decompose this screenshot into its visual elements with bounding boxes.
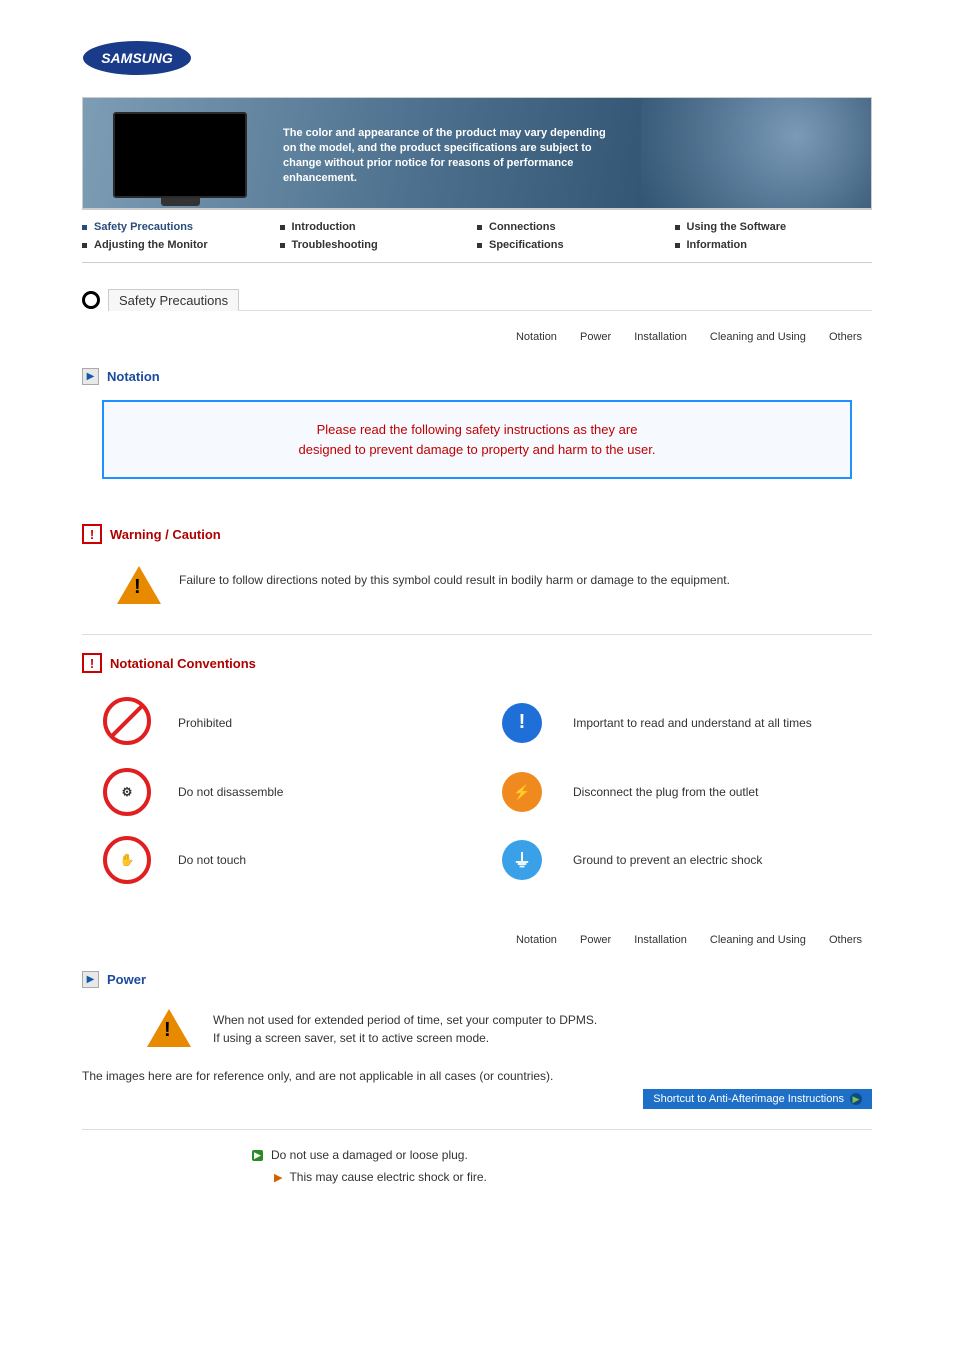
warning-text: Failure to follow directions noted by th… <box>179 566 730 589</box>
hero-banner: The color and appearance of the product … <box>82 97 872 209</box>
subnav-installation[interactable]: Installation <box>634 331 687 343</box>
subnav-cleaning[interactable]: Cleaning and Using <box>710 331 806 343</box>
ground-label: Ground to prevent an electric shock <box>567 853 872 867</box>
arrow-circle-icon: ▶ <box>850 1093 862 1105</box>
section-title: Safety Precautions <box>108 289 239 311</box>
power-line1: When not used for extended period of tim… <box>213 1011 597 1029</box>
important-label: Important to read and understand at all … <box>567 716 872 730</box>
subnav-cleaning[interactable]: Cleaning and Using <box>710 934 806 946</box>
power-bullet-block: ▶ Do not use a damaged or loose plug. ▶ … <box>252 1148 872 1184</box>
nav-information[interactable]: Information <box>675 236 873 254</box>
warning-triangle-icon <box>117 566 161 604</box>
banner-text: The color and appearance of the product … <box>283 126 613 185</box>
nav-troubleshooting[interactable]: Troubleshooting <box>280 236 478 254</box>
power-line2: If using a screen saver, set it to activ… <box>213 1029 597 1047</box>
monitor-image <box>113 112 247 198</box>
bullet-sub-text: This may cause electric shock or fire. <box>289 1170 486 1184</box>
main-nav: Safety Precautions Introduction Connecti… <box>82 209 872 263</box>
svg-text:SAMSUNG: SAMSUNG <box>101 50 173 66</box>
prohibited-label: Prohibited <box>172 716 477 730</box>
bullet-main-icon: ▶ <box>252 1150 263 1161</box>
nav-introduction[interactable]: Introduction <box>280 218 478 236</box>
arrow-icon: ▶ <box>82 971 99 988</box>
nav-specifications[interactable]: Specifications <box>477 236 675 254</box>
warning-row: Failure to follow directions noted by th… <box>82 558 872 624</box>
power-intro-block: When not used for extended period of tim… <box>82 1003 872 1061</box>
subnav-others[interactable]: Others <box>829 934 862 946</box>
section-dot-icon <box>82 291 100 309</box>
nav-adjusting-monitor[interactable]: Adjusting the Monitor <box>82 236 280 254</box>
heading-power: ▶ Power <box>82 971 872 988</box>
brand-logo: SAMSUNG <box>82 40 872 79</box>
separator <box>82 634 872 635</box>
shortcut-anti-afterimage-button[interactable]: Shortcut to Anti-Afterimage Instructions… <box>643 1089 872 1109</box>
disassemble-label: Do not disassemble <box>172 785 477 799</box>
unplug-icon: ⚡ <box>502 772 542 812</box>
separator <box>82 1129 872 1130</box>
exclamation-icon: ! <box>82 524 102 544</box>
sub-nav-top: Notation Power Installation Cleaning and… <box>82 331 872 343</box>
subnav-installation[interactable]: Installation <box>634 934 687 946</box>
section-tab: Safety Precautions <box>82 288 872 311</box>
bullet-main-text: Do not use a damaged or loose plug. <box>271 1148 468 1162</box>
subnav-notation[interactable]: Notation <box>516 331 557 343</box>
nav-using-software[interactable]: Using the Software <box>675 218 873 236</box>
exclamation-icon: ! <box>82 653 102 673</box>
subnav-notation[interactable]: Notation <box>516 934 557 946</box>
subnav-power[interactable]: Power <box>580 934 611 946</box>
nav-connections[interactable]: Connections <box>477 218 675 236</box>
conventions-table: Prohibited ! Important to read and under… <box>82 687 872 894</box>
heading-warning-caution: ! Warning / Caution <box>82 524 872 544</box>
safety-notice-box: Please read the following safety instruc… <box>102 400 852 479</box>
bullet-sub-icon: ▶ <box>274 1171 282 1184</box>
heading-notational-conventions: ! Notational Conventions <box>82 653 872 673</box>
sub-nav-middle: Notation Power Installation Cleaning and… <box>82 934 872 946</box>
subnav-others[interactable]: Others <box>829 331 862 343</box>
reference-note: The images here are for reference only, … <box>82 1069 872 1083</box>
disassemble-icon: ⚙ <box>103 768 151 816</box>
warning-triangle-icon <box>147 1009 191 1047</box>
subnav-power[interactable]: Power <box>580 331 611 343</box>
unplug-label: Disconnect the plug from the outlet <box>567 785 872 799</box>
arrow-icon: ▶ <box>82 368 99 385</box>
notouch-label: Do not touch <box>172 853 477 867</box>
prohibited-icon <box>103 697 151 745</box>
nav-safety-precautions[interactable]: Safety Precautions <box>82 218 280 236</box>
heading-notation: ▶ Notation <box>82 368 872 385</box>
important-icon: ! <box>502 703 542 743</box>
notouch-icon: ✋ <box>103 836 151 884</box>
ground-icon: ⏚ <box>502 840 542 880</box>
shortcut-label: Shortcut to Anti-Afterimage Instructions <box>653 1093 844 1105</box>
